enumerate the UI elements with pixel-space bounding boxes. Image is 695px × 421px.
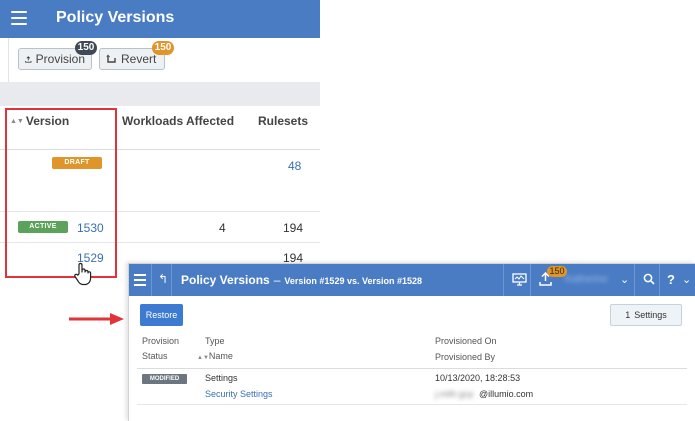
workloads-affected-value: 4 bbox=[219, 221, 226, 235]
revert-count-badge: 150 bbox=[152, 41, 174, 55]
row-divider bbox=[137, 404, 687, 405]
column-header-name-label: Name bbox=[208, 351, 233, 361]
divider bbox=[503, 264, 504, 296]
chevron-down-icon[interactable]: ⌄ bbox=[682, 273, 691, 286]
hamburger-icon[interactable] bbox=[134, 274, 146, 286]
rulesets-value: 194 bbox=[283, 221, 304, 235]
revert-label: Revert bbox=[121, 52, 157, 66]
divider bbox=[530, 264, 531, 296]
top-bar: ↰ Policy Versions – Version #1529 vs. Vers… bbox=[129, 264, 695, 296]
provisioned-by-user: j.mith.guy bbox=[435, 389, 474, 399]
version-compare-panel: ↰ Policy Versions – Version #1529 vs. Vers… bbox=[128, 263, 695, 421]
provision-button[interactable]: Provision 150 bbox=[18, 41, 97, 70]
column-header-type[interactable]: Type bbox=[205, 336, 225, 346]
header-divider bbox=[137, 368, 687, 369]
revert-icon bbox=[106, 54, 116, 63]
settings-count-button[interactable]: 1 Settings bbox=[610, 304, 682, 326]
column-header-rulesets[interactable]: Rulesets bbox=[258, 114, 308, 128]
rulesets-link[interactable]: 48 bbox=[288, 159, 301, 173]
restore-button[interactable]: Restore bbox=[140, 304, 183, 326]
provision-count-badge: 150 bbox=[75, 41, 97, 55]
hamburger-icon[interactable] bbox=[11, 11, 27, 25]
column-header-name[interactable]: ▲▼Name bbox=[197, 351, 233, 361]
upload-icon bbox=[25, 55, 32, 63]
revert-button[interactable]: Revert 150 bbox=[99, 41, 174, 70]
column-header-status: Status bbox=[142, 351, 168, 361]
back-icon[interactable]: ↰ bbox=[158, 272, 168, 286]
chevron-down-icon[interactable]: ⌄ bbox=[620, 273, 629, 286]
provision-count-badge: 150 bbox=[547, 266, 567, 277]
page-title: Policy Versions – Version #1529 vs. Versio… bbox=[181, 273, 422, 287]
divider bbox=[659, 264, 660, 296]
help-icon[interactable]: ? bbox=[667, 272, 675, 287]
divider bbox=[151, 264, 152, 296]
column-header-workloads-affected[interactable]: Workloads Affected bbox=[122, 114, 234, 128]
settings-label: Settings bbox=[634, 310, 667, 320]
name-link[interactable]: Security Settings bbox=[205, 389, 273, 399]
red-arrow-icon bbox=[69, 313, 124, 325]
column-header-provision: Provision bbox=[142, 336, 180, 346]
provisioned-by-domain: @illumio.com bbox=[479, 389, 534, 399]
type-value: Settings bbox=[205, 373, 238, 383]
monitor-icon[interactable] bbox=[512, 273, 527, 286]
divider bbox=[634, 264, 635, 296]
sort-icon: ▲▼ bbox=[197, 355, 209, 361]
page-subtitle: Version #1529 vs. Version #1528 bbox=[284, 276, 423, 286]
page-title-text: Policy Versions bbox=[181, 273, 270, 287]
modified-badge: MODIFIED bbox=[142, 374, 187, 384]
divider bbox=[171, 264, 172, 296]
provisioned-on-value: 10/13/2020, 18:28:53 bbox=[435, 373, 521, 383]
user-name[interactable]: Katherine bbox=[565, 274, 608, 285]
grid-toolbar-band bbox=[0, 82, 320, 106]
column-header-provisioned-by: Provisioned By bbox=[435, 352, 496, 362]
search-icon[interactable] bbox=[643, 273, 655, 285]
column-header-provisioned-on: Provisioned On bbox=[435, 336, 497, 346]
settings-count: 1 bbox=[625, 310, 631, 320]
toolbar: Provision 150 Revert 150 bbox=[8, 38, 320, 82]
hand-cursor-icon bbox=[74, 262, 92, 286]
top-bar: Policy Versions bbox=[0, 0, 320, 38]
version-column-highlight bbox=[5, 108, 117, 278]
title-dash: – bbox=[273, 273, 281, 287]
page-title: Policy Versions bbox=[56, 9, 175, 26]
